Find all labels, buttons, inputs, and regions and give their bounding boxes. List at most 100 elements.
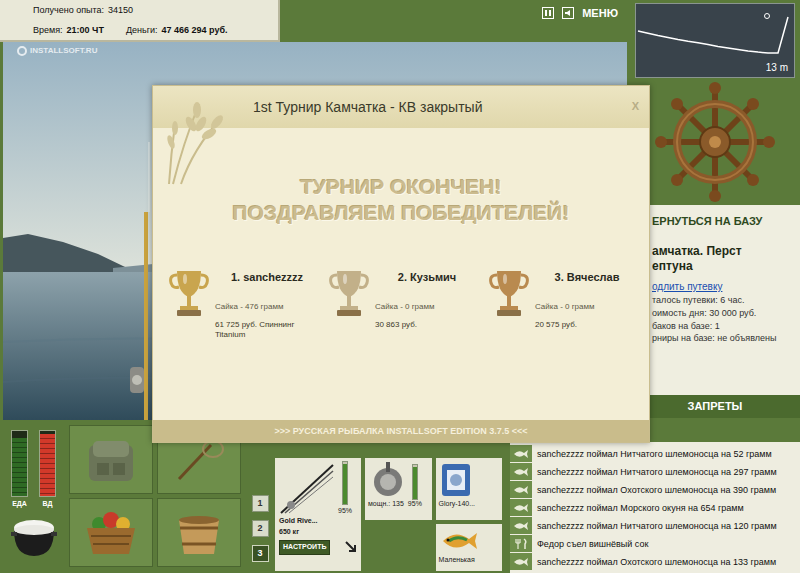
reel-wear-text: 95%	[408, 500, 422, 508]
close-button[interactable]: X	[632, 100, 639, 113]
gauge-label: ВД	[43, 500, 53, 508]
inventory-cell[interactable]	[157, 498, 241, 567]
winner-catch: Сайка - 476 грамм	[215, 302, 319, 312]
rod-name: Gold Rive...	[279, 517, 357, 525]
watermark-text: INSTALLSOFT.RU	[30, 46, 97, 56]
rod-wear: 95%	[338, 461, 352, 515]
inventory-cell[interactable]	[69, 498, 153, 567]
fish-icon	[510, 499, 532, 517]
winner: 3. Вячеслав Сайка - 0 грамм 20 575 руб.	[481, 267, 641, 340]
status-row: Время: 21:00 ЧТ Деньги: 47 466 294 руб.	[33, 25, 278, 36]
return-area	[630, 78, 800, 205]
ship-wheel-icon[interactable]	[650, 82, 780, 202]
dialog-footer: >>> РУССКАЯ РЫБАЛКА INSTALLSOFT EDITION …	[153, 420, 649, 442]
line-slot[interactable]: Glory-140...	[436, 458, 503, 520]
log-text: sanchezzzz поймал Нитчатого шлемоносца н…	[532, 467, 777, 478]
winner-prize: 61 725 руб. Спиннинг Titanium	[215, 320, 319, 339]
return-to-base-button[interactable]: ЕРНУТЬСЯ НА БАЗУ	[652, 215, 796, 228]
dialog-title: 1st Турнир Камчатка - КВ закрытый	[253, 99, 482, 116]
winners: 1. sanchezzzz Сайка - 476 грамм 61 725 руб…	[153, 267, 649, 340]
cooking-pot-icon[interactable]	[11, 512, 57, 560]
tune-button[interactable]: НАСТРОИТЬ	[279, 540, 330, 554]
extend-permit-link[interactable]: одлить путевку	[652, 281, 796, 293]
tackle-grid: мощн.: 135 95% Glory-140... Маленькая	[365, 458, 502, 571]
trophy-icon	[329, 267, 369, 319]
log-text: sanchezzzz поймал Морского окуня на 654 …	[532, 503, 744, 514]
log-entry: sanchezzzz поймал Охотского шлемоносца н…	[510, 481, 800, 499]
reel-slot[interactable]: мощн.: 135 95%	[365, 458, 432, 520]
rod-slot-button[interactable]: 2	[252, 520, 269, 537]
base-info-line: талось путевки: 6 час.	[652, 295, 796, 306]
reel-row	[368, 460, 418, 500]
sound-icon[interactable]	[562, 7, 574, 19]
gauge-fill	[40, 434, 55, 496]
log-entry: sanchezzzz поймал Охотского шлемоносца н…	[510, 553, 800, 571]
headline: ТУРНИР ОКОНЧЕН!ПОЗДРАВЛЯЕМ ПОБЕДИТЕЛЕЙ!	[153, 174, 649, 227]
lure-slot[interactable]: Маленькая	[436, 524, 503, 571]
winner-text: 1. sanchezzzz Сайка - 476 грамм 61 725 руб…	[215, 267, 319, 340]
money-label: Деньги:	[126, 25, 158, 36]
bans-header[interactable]: ЗАПРЕТЫ	[630, 395, 800, 418]
fish-icon	[510, 445, 532, 463]
gauge-label: ЕДА	[12, 500, 27, 508]
base-panel: ЕРНУТЬСЯ НА БАЗУ амчатка. Перстептуна од…	[630, 205, 800, 395]
winner-prize: 30 863 руб.	[375, 320, 479, 330]
top-bar: Получено опыта: 34150 Время: 21:00 ЧТ Де…	[0, 0, 630, 42]
winner: 2. КузьмичСайка - 0 грамм30 863 руб.	[321, 267, 481, 340]
winner-catch: Сайка - 0 грамм	[535, 302, 639, 312]
log-entry: sanchezzzz поймал Нитчатого шлемоносца н…	[510, 517, 800, 535]
log-text: Федор съел вишнёвый сок	[532, 539, 648, 550]
watermark-logo-icon	[17, 46, 27, 56]
depth-line	[638, 17, 788, 53]
line-name: Glory-140...	[439, 500, 476, 508]
winner-name: 3. Вячеслав	[535, 271, 639, 284]
wheat-icon	[163, 94, 235, 186]
need-gauge: ВД	[39, 430, 56, 508]
cast-arrow-icon[interactable]	[345, 541, 357, 553]
winner: 1. sanchezzzz Сайка - 476 грамм 61 725 руб…	[161, 267, 321, 340]
headline-line: ПОЗДРАВЛЯЕМ ПОБЕДИТЕЛЕЙ!	[153, 200, 649, 226]
eating-icon	[510, 535, 532, 553]
log-entry: sanchezzzz поймал Нитчатого шлемоносца н…	[510, 445, 800, 463]
watermark: INSTALLSOFT.RU	[17, 46, 97, 56]
time-value: 21:00 ЧТ	[67, 25, 104, 36]
log-text: sanchezzzz поймал Нитчатого шлемоносца н…	[532, 521, 777, 532]
gauge-track	[11, 430, 28, 497]
fish-icon	[510, 517, 532, 535]
empty-slot	[365, 524, 432, 571]
inventory-cell[interactable]	[69, 425, 153, 494]
fish-icon	[510, 463, 532, 481]
reel-wear-fill	[413, 467, 417, 499]
rod-slot-button[interactable]: 3	[252, 545, 269, 562]
trophy-icon	[169, 267, 209, 319]
tournament-dialog: 1st Турнир Камчатка - КВ закрытый X ТУРН…	[152, 85, 650, 443]
headline-line: ТУРНИР ОКОНЧЕН!	[153, 174, 649, 200]
rod-slot[interactable]: 95% Gold Rive... 650 кг НАСТРОИТЬ	[275, 458, 361, 571]
rod-top: 95%	[279, 461, 357, 515]
pause-icon[interactable]	[542, 7, 554, 19]
time-label: Время:	[33, 25, 63, 36]
winner-name: 1. sanchezzzz	[215, 271, 319, 284]
gauge-color	[12, 438, 27, 497]
experience-value: 34150	[108, 5, 133, 16]
depth-reading: 13 m	[766, 62, 788, 74]
rod-slot-button[interactable]: 1	[252, 495, 269, 512]
event-log: sanchezzzz поймал Нитчатого шлемоносца н…	[510, 442, 800, 573]
winner-prize: 20 575 руб.	[535, 320, 639, 330]
log-entry: sanchezzzz поймал Морского окуня на 654 …	[510, 499, 800, 517]
fishing-line-icon	[439, 460, 473, 500]
log-text: sanchezzzz поймал Охотского шлемоносца н…	[532, 485, 776, 496]
rod-actions: НАСТРОИТЬ	[279, 540, 357, 554]
log-entry: sanchezzzz поймал Нитчатого шлемоносца н…	[510, 463, 800, 481]
winner-catch: Сайка - 0 грамм	[375, 302, 479, 312]
trophy-icon	[489, 267, 529, 319]
base-title-line: ептуна	[652, 259, 796, 273]
hud-panel: Получено опыта: 34150 Время: 21:00 ЧТ Де…	[0, 0, 280, 42]
menu-button[interactable]: МЕНЮ	[582, 7, 618, 19]
base-title: амчатка. Перстептуна	[652, 244, 796, 273]
reel-icon	[368, 460, 408, 500]
needs-panel: ЕДА ВД	[0, 420, 65, 573]
dialog-title-bar: 1st Турнир Камчатка - КВ закрытый X	[153, 86, 649, 128]
fish-icon	[510, 481, 532, 499]
toolbar: МЕНЮ	[280, 0, 630, 42]
